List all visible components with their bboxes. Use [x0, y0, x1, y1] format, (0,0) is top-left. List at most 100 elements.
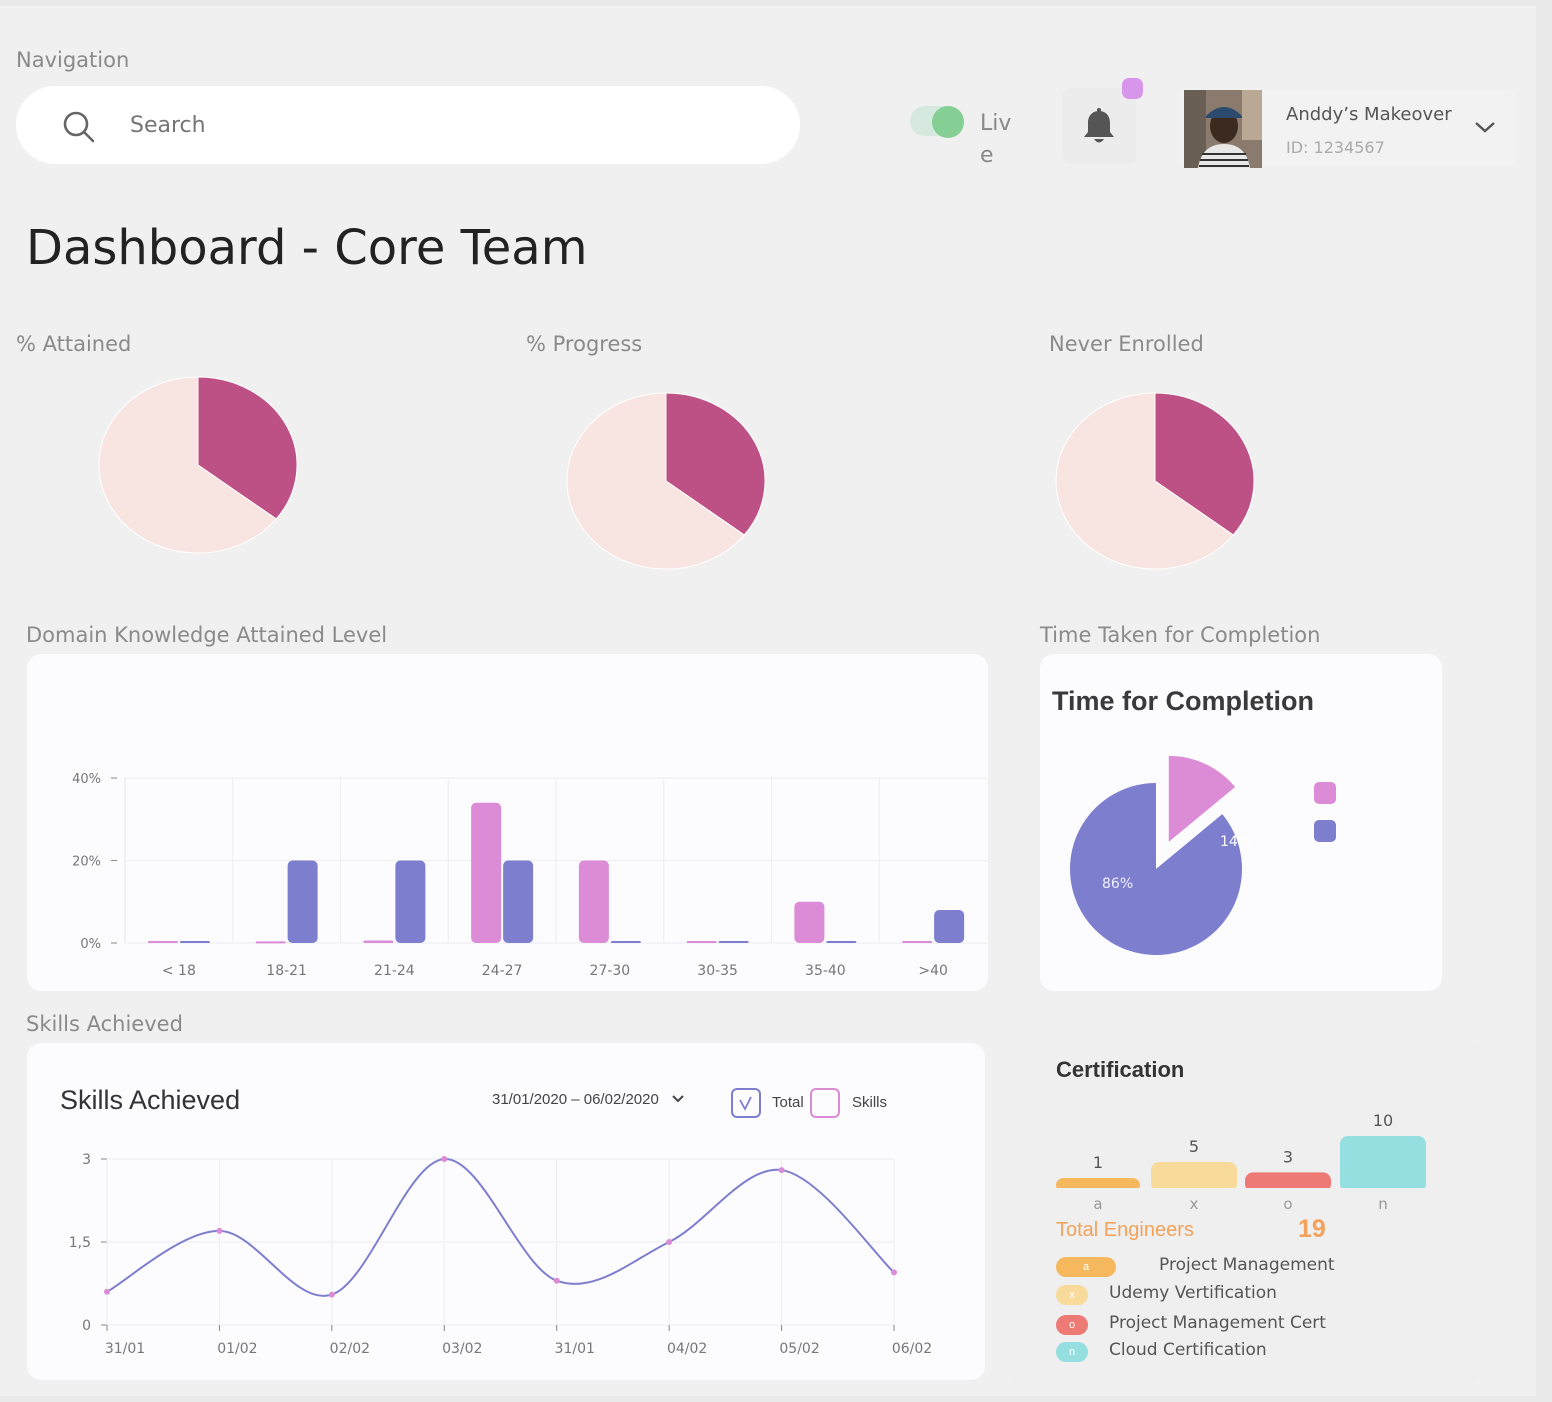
x-tick-label: 31/01: [555, 1341, 595, 1357]
legend-pill-o: o: [1056, 1315, 1088, 1335]
data-point: [553, 1277, 560, 1284]
bar-27-30-series-0: [578, 860, 609, 943]
data-point: [328, 1291, 335, 1298]
avatar: [1184, 90, 1262, 168]
bar-24-27-series-0: [471, 802, 502, 943]
data-point: [216, 1227, 223, 1234]
data-point: [441, 1156, 448, 1162]
bar->40-series-1: [934, 910, 965, 943]
bar-24-27-series-1: [503, 860, 534, 943]
time-completion-card: Time for Completion 86% 14%: [1040, 654, 1442, 991]
bell-icon: [1084, 108, 1114, 143]
x-tick-label: 31/01: [105, 1341, 145, 1357]
bar-< 18-series-0: [147, 940, 178, 943]
data-point: [778, 1167, 785, 1174]
bar->40-series-0: [902, 940, 933, 943]
data-point: [666, 1239, 673, 1245]
legend-label: Project Management Cert: [1109, 1313, 1326, 1333]
y-tick-label: 1,5: [69, 1235, 91, 1251]
pie-label-86: 86%: [1102, 876, 1133, 892]
bar-30-35-series-0: [686, 940, 717, 943]
cert-bar-value: 1: [1093, 1153, 1103, 1172]
cert-bar-value: 5: [1189, 1137, 1199, 1156]
search-input[interactable]: [128, 104, 732, 146]
chevron-down-icon[interactable]: [1474, 120, 1496, 134]
skills-line-chart: 0 1,5 3 31/01 01/02 02/02 03/02 31/01 04/02 05/02…: [69, 1152, 932, 1357]
x-tick-label: 24-27: [482, 963, 523, 979]
time-completion-pie-chart: 86% 14%: [1070, 755, 1251, 955]
y-tick-label: 3: [82, 1152, 91, 1168]
skills-achieved-card: Skills Achieved 31/01/2020 – 06/02/2020 …: [27, 1043, 985, 1380]
notification-badge: [1122, 78, 1143, 99]
bar-18-21-series-1: [287, 860, 318, 943]
x-tick-label: 05/02: [779, 1341, 819, 1357]
attained-label: % Attained: [16, 332, 132, 356]
y-tick-label: 40%: [72, 772, 101, 787]
bar-18-21-series-0: [255, 941, 286, 944]
legend-swatch-purple: [1314, 820, 1336, 842]
y-tick-label: 0: [82, 1318, 91, 1334]
dashboard-page: Navigation Live Anddy’s Makeover ID: 1: [0, 6, 1536, 1396]
x-tick-label: 03/02: [442, 1341, 482, 1357]
legend-swatch-pink: [1314, 782, 1336, 804]
legend-label: Udemy Vertification: [1109, 1283, 1277, 1303]
cert-bar-n: [1340, 1136, 1426, 1192]
attained-pie-chart: [98, 376, 298, 554]
bar-baseline-mask: [1340, 1188, 1426, 1194]
x-tick-label: 06/02: [892, 1341, 932, 1357]
legend-pill-a: a: [1056, 1257, 1116, 1277]
progress-label: % Progress: [526, 332, 643, 356]
cert-bar-value: 10: [1373, 1111, 1393, 1130]
bar-21-24-series-1: [395, 860, 426, 943]
bar-< 18-series-1: [179, 940, 210, 943]
notification-button[interactable]: [1062, 88, 1136, 164]
user-id: ID: 1234567: [1286, 138, 1385, 157]
never-enrolled-label: Never Enrolled: [1049, 332, 1204, 356]
bar-35-40-series-1: [826, 940, 857, 943]
pie-label-14: 14%: [1220, 834, 1251, 850]
skills-achieved-section-label: Skills Achieved: [26, 1012, 183, 1036]
x-tick-label: 30-35: [697, 963, 738, 979]
x-tick-label: 01/02: [217, 1341, 257, 1357]
page-title: Dashboard - Core Team: [26, 220, 588, 276]
bar-baseline-mask: [1245, 1188, 1331, 1194]
x-tick-label: 04/02: [667, 1341, 707, 1357]
navigation-label: Navigation: [16, 48, 130, 72]
x-tick-label: 27-30: [590, 963, 631, 979]
bar-baseline-mask: [1056, 1188, 1140, 1194]
live-label: Live: [980, 111, 1012, 168]
time-taken-label: Time Taken for Completion: [1040, 623, 1321, 647]
x-tick-label: 02/02: [330, 1341, 370, 1357]
search-bar[interactable]: [16, 86, 800, 164]
legend-pill-n: n: [1056, 1342, 1088, 1362]
toggle-knob: [932, 106, 964, 138]
legend-pill-x: x: [1056, 1285, 1088, 1305]
y-tick-label: 20%: [72, 855, 101, 870]
never-enrolled-pie-chart: [1055, 392, 1255, 570]
x-tick-label: 35-40: [805, 963, 846, 979]
legend-label: Project Management: [1159, 1255, 1335, 1275]
cert-bar-value: 3: [1283, 1147, 1293, 1166]
progress-pie-chart: [566, 392, 766, 570]
y-tick-label: 0%: [80, 937, 101, 952]
domain-knowledge-bar-chart: 0% 20% 40% < 18 18-21 21-24 24-27 27-30 30-35 35-…: [72, 772, 987, 979]
cert-bar-x: [1151, 1162, 1237, 1192]
total-engineers-label: Total Engineers: [1056, 1219, 1194, 1241]
domain-knowledge-card: 0% 20% 40% < 18 18-21 21-24 24-27 27-30 30-35 35-…: [27, 654, 988, 991]
cert-bar-category: a: [1093, 1195, 1102, 1213]
bar-27-30-series-1: [610, 940, 641, 943]
cert-bar-category: o: [1283, 1195, 1292, 1213]
pie-slice-86: [1070, 783, 1242, 955]
live-toggle[interactable]: [910, 106, 964, 138]
bar-baseline-mask: [1151, 1188, 1237, 1194]
x-tick-label: >40: [918, 963, 948, 979]
data-point: [891, 1269, 897, 1276]
data-point: [104, 1288, 110, 1295]
total-engineers-value: 19: [1298, 1215, 1326, 1243]
domain-knowledge-label: Domain Knowledge Attained Level: [26, 623, 388, 647]
user-menu[interactable]: Anddy’s Makeover ID: 1234567: [1180, 90, 1514, 168]
user-name: Anddy’s Makeover: [1286, 104, 1452, 125]
legend-label: Cloud Certification: [1109, 1340, 1267, 1360]
certification-legend: a Project Management x Udemy Vertification o…: [1056, 1255, 1476, 1377]
cert-bar-category: x: [1190, 1195, 1199, 1213]
